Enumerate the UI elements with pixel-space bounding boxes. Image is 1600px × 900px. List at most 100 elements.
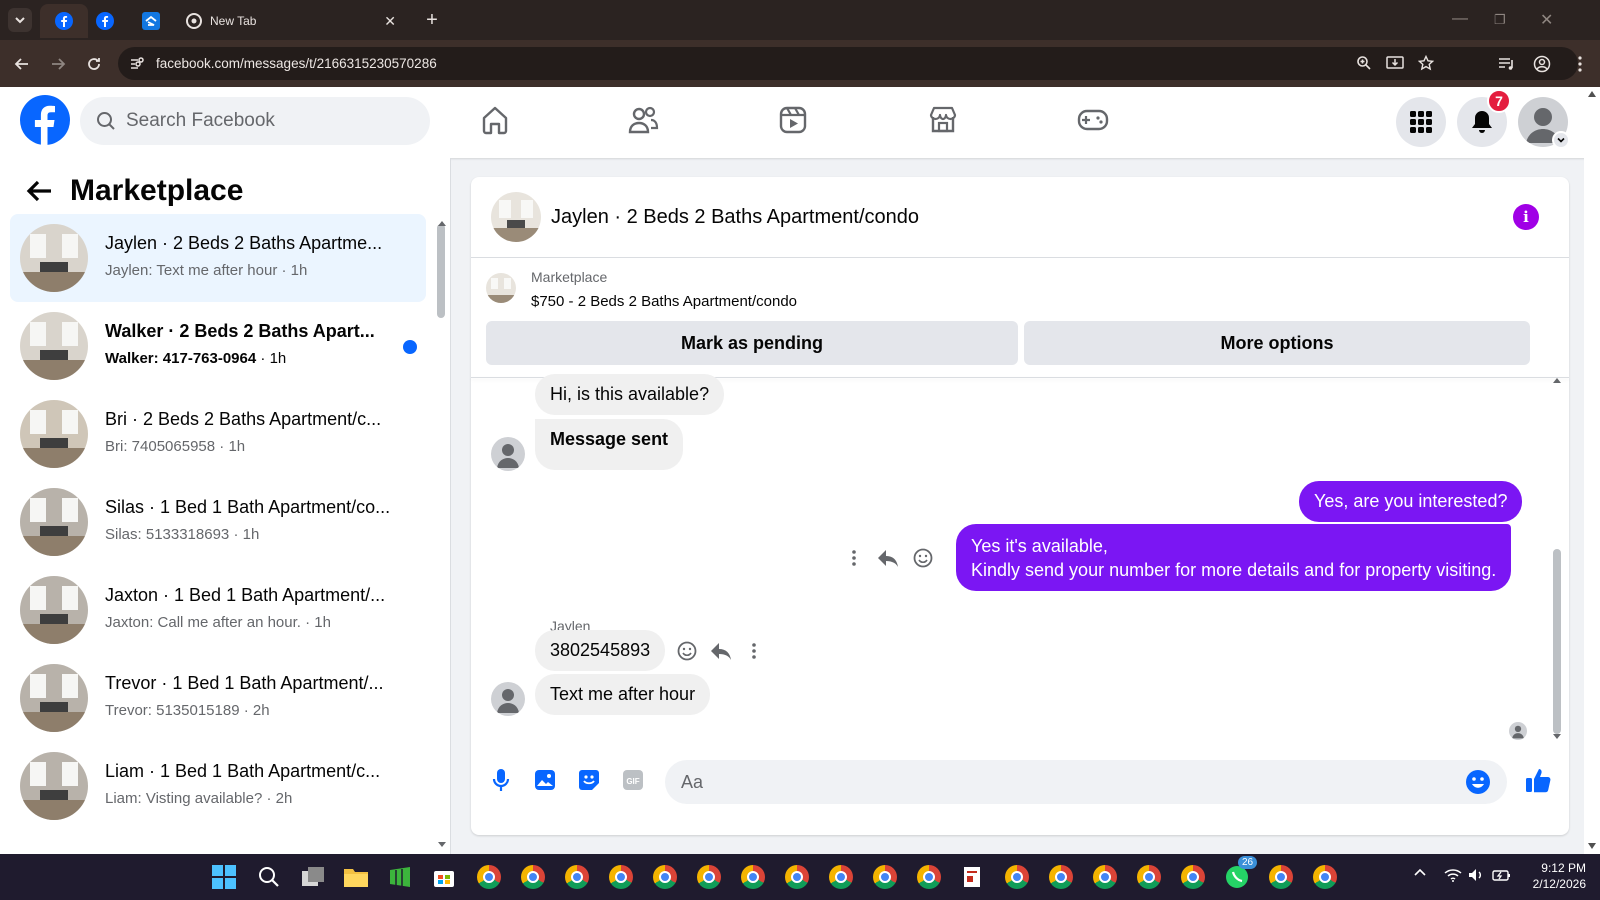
chrome-window-button[interactable] bbox=[916, 864, 942, 890]
listing-title[interactable]: $750 - 2 Beds 2 Baths Apartment/condo bbox=[531, 293, 797, 310]
message-outgoing[interactable]: Yes, are you interested? bbox=[1299, 481, 1523, 522]
chrome-window-button[interactable] bbox=[1092, 864, 1118, 890]
message-incoming[interactable]: Text me after hour bbox=[535, 674, 711, 715]
back-button[interactable] bbox=[10, 52, 34, 76]
chrome-window-button[interactable] bbox=[1004, 864, 1030, 890]
message-incoming[interactable]: Hi, is this available? bbox=[535, 374, 725, 415]
battery-status[interactable] bbox=[1492, 868, 1512, 882]
reading-list-button[interactable] bbox=[1495, 52, 1519, 76]
zoom-icon[interactable] bbox=[1356, 55, 1372, 71]
gif-button[interactable]: GIF bbox=[620, 767, 646, 793]
nav-gaming[interactable] bbox=[1076, 103, 1110, 137]
tab-facebook-1[interactable] bbox=[40, 4, 88, 38]
facebook-search-input[interactable]: Search Facebook bbox=[80, 97, 430, 145]
scroll-down-icon[interactable] bbox=[1552, 733, 1562, 740]
listing-thumbnail[interactable] bbox=[486, 273, 516, 303]
chrome-window-button[interactable] bbox=[1268, 864, 1294, 890]
more-options-button[interactable]: More options bbox=[1024, 321, 1530, 365]
facebook-logo[interactable] bbox=[20, 95, 70, 145]
chrome-window-button[interactable] bbox=[520, 864, 546, 890]
show-hidden-icons-button[interactable] bbox=[1414, 868, 1426, 876]
conversation-item[interactable]: Jaylen · 2 Beds 2 Baths Apartme... Jaylen… bbox=[10, 214, 426, 302]
chrome-window-button[interactable] bbox=[872, 864, 898, 890]
site-info-icon[interactable] bbox=[128, 55, 146, 73]
conversation-info-button[interactable]: i bbox=[1513, 204, 1539, 230]
address-bar[interactable]: facebook.com/messages/t/2166315230570286 bbox=[118, 47, 1578, 80]
scrollbar-thumb[interactable] bbox=[1553, 549, 1561, 734]
sticker-button[interactable] bbox=[576, 767, 602, 793]
chrome-window-button[interactable] bbox=[1136, 864, 1162, 890]
chrome-window-button[interactable] bbox=[476, 864, 502, 890]
scroll-up-icon[interactable] bbox=[1552, 377, 1562, 384]
browser-menu-button[interactable] bbox=[1568, 52, 1592, 76]
volume-status[interactable] bbox=[1468, 868, 1484, 882]
mark-as-pending-button[interactable]: Mark as pending bbox=[486, 321, 1018, 365]
account-menu-chevron[interactable] bbox=[1552, 131, 1570, 149]
chrome-window-button[interactable] bbox=[828, 864, 854, 890]
taskbar-app-button[interactable] bbox=[387, 864, 413, 890]
nav-home[interactable] bbox=[478, 103, 512, 137]
file-explorer-button[interactable] bbox=[343, 864, 369, 890]
message-input[interactable]: Aa bbox=[665, 760, 1507, 804]
message-incoming[interactable]: Message sent bbox=[535, 419, 684, 470]
tab-zillow[interactable] bbox=[134, 4, 168, 38]
forward-button[interactable] bbox=[46, 52, 70, 76]
wifi-status[interactable] bbox=[1444, 868, 1462, 882]
nav-friends[interactable] bbox=[626, 103, 660, 137]
scrollbar-thumb[interactable] bbox=[437, 224, 445, 318]
new-tab-button[interactable]: + bbox=[420, 8, 444, 32]
start-button[interactable] bbox=[211, 864, 237, 890]
menu-grid-button[interactable] bbox=[1396, 97, 1446, 147]
minimize-icon[interactable]: — bbox=[1452, 10, 1468, 28]
react-button[interactable] bbox=[675, 639, 699, 663]
system-clock[interactable]: 9:12 PM 2/12/2026 bbox=[1516, 860, 1586, 892]
attach-photo-button[interactable] bbox=[532, 767, 558, 793]
taskbar-app-button[interactable] bbox=[960, 864, 986, 890]
chrome-window-button[interactable] bbox=[564, 864, 590, 890]
tab-new-tab[interactable]: New Tab ✕ bbox=[170, 4, 410, 38]
chrome-window-button[interactable] bbox=[1048, 864, 1074, 890]
tab-search-dropdown-button[interactable] bbox=[8, 8, 32, 32]
conversation-item[interactable]: Silas · 1 Bed 1 Bath Apartment/co... Sila… bbox=[10, 478, 426, 566]
chrome-window-button[interactable] bbox=[696, 864, 722, 890]
chrome-window-button[interactable] bbox=[784, 864, 810, 890]
scroll-down-icon[interactable] bbox=[1588, 843, 1596, 849]
profile-button[interactable] bbox=[1530, 52, 1554, 76]
listing-photo[interactable] bbox=[491, 192, 541, 242]
chrome-window-button[interactable] bbox=[740, 864, 766, 890]
chat-title[interactable]: Jaylen · 2 Beds 2 Baths Apartment/condo bbox=[551, 206, 919, 229]
close-window-icon[interactable]: ✕ bbox=[1540, 10, 1553, 30]
reload-button[interactable] bbox=[82, 52, 106, 76]
reply-button[interactable] bbox=[876, 546, 900, 570]
conversation-item[interactable]: Walker · 2 Beds 2 Baths Apart... Walker: … bbox=[10, 302, 426, 390]
page-scrollbar[interactable] bbox=[1584, 87, 1600, 854]
chrome-window-button[interactable] bbox=[1180, 864, 1206, 890]
conversation-item[interactable]: Jaxton · 1 Bed 1 Bath Apartment/... Jaxto… bbox=[10, 566, 426, 654]
microsoft-store-button[interactable] bbox=[431, 864, 457, 890]
maximize-icon[interactable]: ❐ bbox=[1494, 12, 1506, 28]
nav-marketplace[interactable] bbox=[926, 103, 960, 137]
voice-clip-button[interactable] bbox=[488, 767, 514, 793]
whatsapp-button[interactable]: 26 bbox=[1224, 856, 1258, 890]
nav-video[interactable] bbox=[776, 103, 810, 137]
bookmark-star-icon[interactable] bbox=[1418, 55, 1434, 71]
reply-button[interactable] bbox=[709, 639, 733, 663]
scroll-down-icon[interactable] bbox=[437, 841, 447, 848]
react-button[interactable] bbox=[911, 546, 935, 570]
task-view-button[interactable] bbox=[300, 864, 326, 890]
message-more-button[interactable] bbox=[842, 546, 866, 570]
taskbar-search-button[interactable] bbox=[256, 864, 282, 890]
chrome-window-button[interactable] bbox=[608, 864, 634, 890]
emoji-icon[interactable] bbox=[1465, 769, 1491, 795]
tab-facebook-2[interactable] bbox=[88, 4, 122, 38]
send-like-button[interactable] bbox=[1523, 765, 1553, 795]
close-tab-icon[interactable]: ✕ bbox=[384, 13, 396, 30]
message-more-button[interactable] bbox=[742, 639, 766, 663]
chrome-window-button[interactable] bbox=[652, 864, 678, 890]
conversation-item[interactable]: Bri · 2 Beds 2 Baths Apartment/c... Bri: … bbox=[10, 390, 426, 478]
conversation-item[interactable]: Liam · 1 Bed 1 Bath Apartment/c... Liam: … bbox=[10, 742, 426, 830]
chrome-window-button[interactable] bbox=[1312, 864, 1338, 890]
message-outgoing[interactable]: Yes it's available, Kindly send your num… bbox=[956, 524, 1512, 591]
scroll-up-icon[interactable] bbox=[1588, 91, 1596, 97]
back-arrow-button[interactable] bbox=[26, 180, 52, 202]
